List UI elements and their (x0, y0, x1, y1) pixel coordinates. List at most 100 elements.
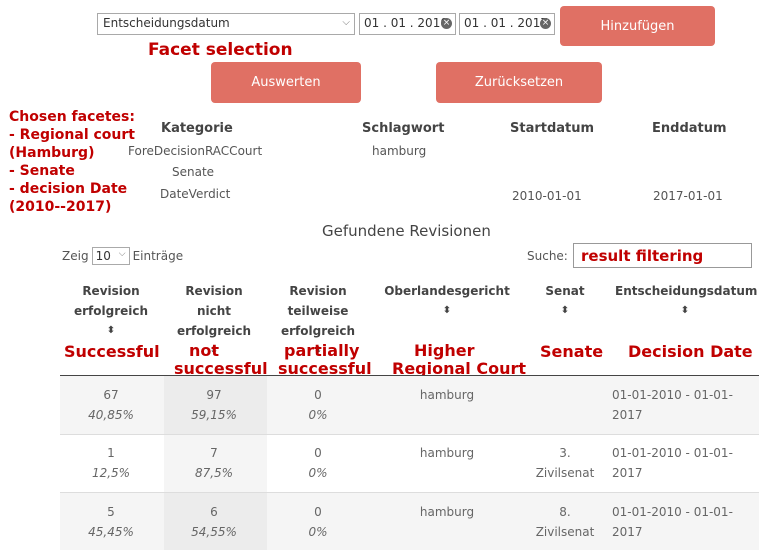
annotation-facet-selection: Facet selection (148, 40, 293, 60)
cell-value: 0 (314, 446, 322, 460)
cell-date: 01-01-2010 - 01-01-2017 (612, 388, 733, 422)
facet-select[interactable]: Entscheidungsdatum ⌵ (97, 13, 355, 35)
facet-header-enddatum: Enddatum (652, 121, 727, 136)
cell-value: 8. (559, 505, 571, 519)
cell-successful: 1 12,5% (71, 443, 151, 483)
cell-percent: 12,5% (91, 466, 131, 480)
cell-senat: 8. Zivilsenat (535, 502, 595, 542)
sort-icon[interactable]: ⬍ (382, 301, 512, 321)
clear-icon[interactable]: × (540, 18, 551, 29)
anno-line: - Senate (9, 163, 75, 179)
reset-button[interactable]: Zurücksetzen (436, 62, 602, 103)
col-header-court[interactable]: Oberlandesgericht ⬍ (382, 281, 512, 321)
cell-percent: 45,45% (88, 525, 134, 539)
facet-header-schlagwort: Schlagwort (362, 121, 445, 136)
chevron-down-icon: ⌵ (118, 249, 126, 259)
anno-line: (2010--2017) (9, 199, 112, 215)
col-header-line: erfolgreich (176, 324, 252, 338)
cell-date: 01-01-2010 - 01-01-2017 (612, 505, 733, 539)
cell-date: 01-01-2010 - 01-01-2017 (612, 446, 733, 480)
cell-value: 97 (206, 388, 222, 402)
show-label: Zeig (62, 249, 89, 263)
cell-percent: 0% (308, 408, 328, 422)
cell-value: 6 (210, 505, 218, 519)
facet-schlagwort: hamburg (372, 144, 427, 158)
cell-value: 0 (314, 505, 322, 519)
cell-partially: 0 0% (278, 385, 358, 425)
search-label: Suche: (527, 249, 568, 263)
anno-line: - decision Date (9, 181, 128, 197)
chevron-down-icon: ⌵ (342, 17, 350, 28)
anno-line: Chosen facetes: (9, 109, 135, 125)
cell-court: hamburg (419, 446, 475, 460)
annotation-higher: Higher (414, 341, 475, 360)
facet-select-value: Entscheidungsdatum (103, 16, 230, 30)
cell-percent: 0% (308, 466, 328, 480)
results-title: Gefundene Revisionen (322, 222, 491, 240)
cell-partially: 0 0% (278, 443, 358, 483)
cell-successful: 67 40,85% (71, 385, 151, 425)
end-date-value: 01 . 01 . 2017 (464, 16, 548, 30)
facet-kategorie: DateVerdict (160, 187, 231, 201)
cell-not-successful: 97 59,15% (174, 385, 254, 425)
annotation-decision-date: Decision Date (628, 342, 753, 361)
cell-value: 1 (107, 446, 115, 460)
facet-startdatum: 2010-01-01 (512, 189, 582, 203)
cell-value: 0 (314, 388, 322, 402)
sort-icon[interactable]: ⬍ (615, 301, 755, 321)
search-input[interactable]: result filtering (573, 243, 752, 268)
col-header-senat[interactable]: Senat ⬍ (535, 281, 595, 321)
add-button[interactable]: Hinzufügen (560, 6, 715, 46)
col-header-line: Senat (545, 284, 585, 298)
col-header-date[interactable]: Entscheidungsdatum ⬍ (615, 281, 758, 321)
start-date-value: 01 . 01 . 2010 (364, 16, 448, 30)
cell-value: 67 (103, 388, 119, 402)
col-header-line: Revision (82, 284, 140, 298)
entries-select-value: 10 (95, 249, 111, 263)
entries-label: Einträge (132, 249, 184, 263)
entries-select[interactable]: 10 ⌵ (91, 247, 130, 265)
col-header-line: Entscheidungsdatum (615, 284, 758, 298)
cell-court: hamburg (419, 388, 475, 402)
col-header-line: nicht (196, 304, 232, 318)
cell-not-successful: 7 87,5% (174, 443, 254, 483)
cell-value: 7 (210, 446, 218, 460)
annotation-partially: partially (284, 341, 360, 360)
page-length-control: Zeig 10 ⌵ Einträge (62, 247, 183, 265)
annotation-senate: Senate (540, 342, 604, 361)
sort-icon[interactable]: ⬍ (535, 301, 595, 321)
cell-percent: 0% (308, 525, 328, 539)
cell-senat: 3. Zivilsenat (535, 443, 595, 483)
annotation-successful: Successful (64, 342, 160, 361)
cell-percent: 59,15% (191, 408, 237, 422)
facet-kategorie: Senate (172, 165, 215, 179)
cell-percent: 54,55% (191, 525, 237, 539)
start-date-input[interactable]: 01 . 01 . 2010 × (359, 13, 456, 35)
col-header-successful[interactable]: Revision erfolgreich ⬍ (71, 281, 151, 341)
annotation-not: not (189, 341, 220, 360)
facet-enddatum: 2017-01-01 (653, 189, 723, 203)
annotation-result-filtering: result filtering (581, 247, 704, 265)
facet-header-kategorie: Kategorie (161, 121, 233, 136)
cell-not-successful: 6 54,55% (174, 502, 254, 542)
col-header-line: Revision (185, 284, 243, 298)
sort-icon[interactable]: ⬍ (71, 321, 151, 341)
cell-value: 5 (107, 505, 115, 519)
facet-header-startdatum: Startdatum (510, 121, 595, 136)
cell-percent: 87,5% (194, 466, 234, 480)
anno-line: (Hamburg) (9, 145, 95, 161)
facet-kategorie: ForeDecisionRACCourt (128, 144, 263, 158)
annotation-chosen-facets: Chosen facetes: - Regional court (Hambur… (9, 108, 135, 216)
cell-court: hamburg (419, 505, 475, 519)
col-header-line: Revision (289, 284, 347, 298)
col-header-line: Oberlandesgericht (384, 284, 510, 298)
col-header-line: erfolgreich (73, 304, 149, 318)
cell-value: Zivilsenat (535, 525, 595, 539)
clear-icon[interactable]: × (441, 18, 452, 29)
col-header-line: erfolgreich (280, 324, 356, 338)
anno-line: - Regional court (9, 127, 135, 143)
cell-value: 3. (559, 446, 571, 460)
col-header-line: teilweise (287, 304, 349, 318)
end-date-input[interactable]: 01 . 01 . 2017 × (459, 13, 555, 35)
evaluate-button[interactable]: Auswerten (211, 62, 361, 103)
